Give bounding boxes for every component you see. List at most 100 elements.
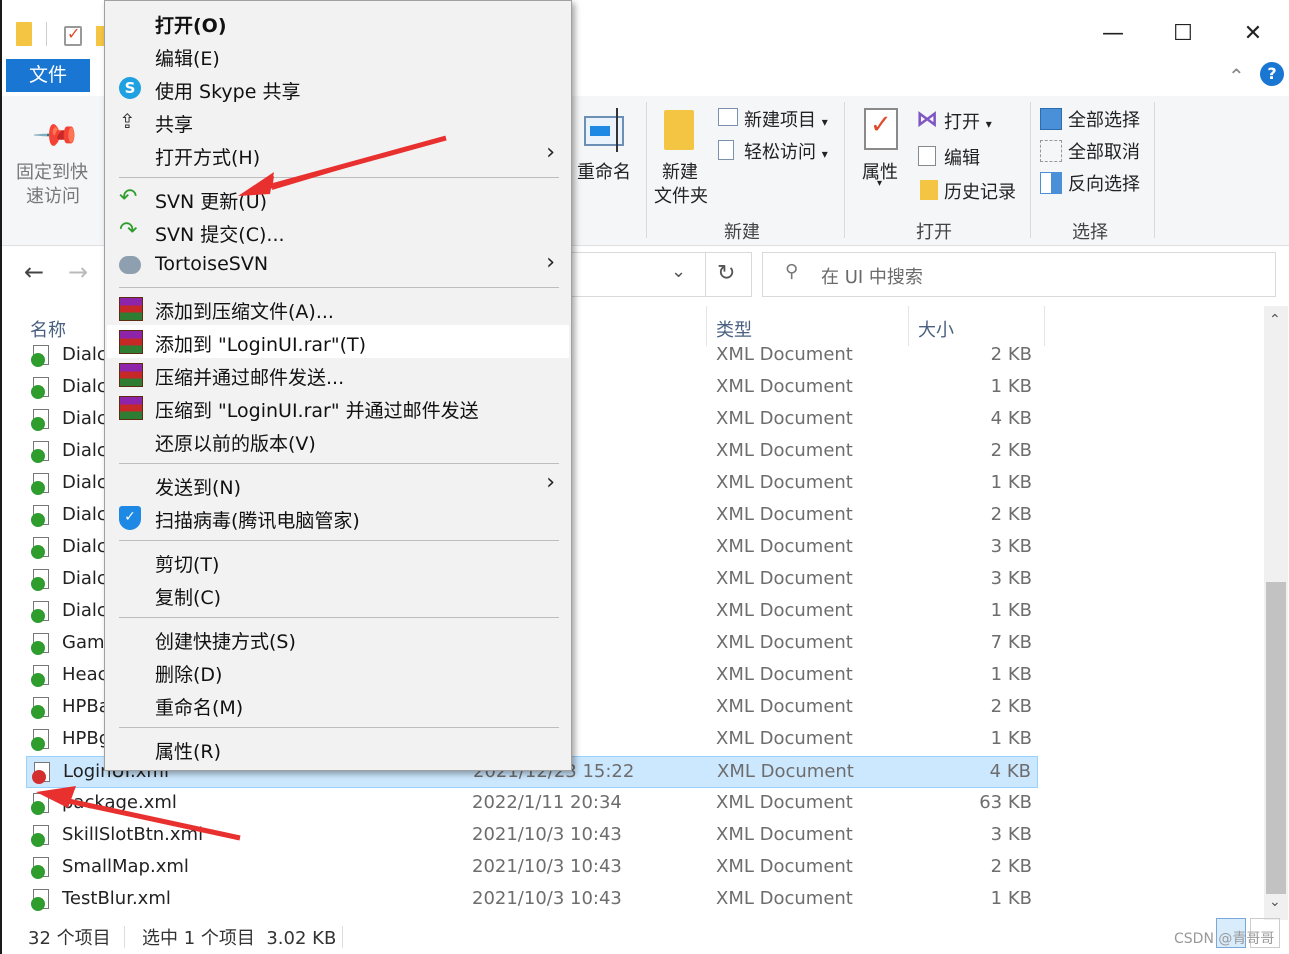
file-type: XML Document <box>716 568 853 589</box>
file-size: 2 KB <box>990 440 1032 461</box>
select-none-button[interactable]: 全部取消 <box>1068 138 1140 164</box>
scroll-up-icon[interactable]: ⌃ <box>1269 312 1281 328</box>
edit-button[interactable]: 编辑 <box>944 144 980 170</box>
pin-quick-access-label-2[interactable]: 速访问 <box>26 182 80 208</box>
help-icon[interactable]: ? <box>1260 62 1284 86</box>
refresh-icon[interactable]: ↻ <box>717 261 735 286</box>
file-size: 3 KB <box>990 824 1032 845</box>
menu-item[interactable]: 打开(O) <box>107 6 569 39</box>
menu-item[interactable]: 发送到(N) › <box>107 468 569 501</box>
menu-item[interactable]: 打开方式(H) › <box>107 138 569 171</box>
file-name: Dialc <box>62 536 107 557</box>
rename-icon <box>584 108 624 152</box>
tortoisesvn-icon <box>119 253 143 277</box>
scroll-down-icon[interactable]: ⌄ <box>1269 894 1281 910</box>
menu-item-label: 编辑(E) <box>155 48 220 70</box>
file-name: SkillSlotBtn.xml <box>62 824 204 845</box>
svn-normal-icon <box>31 409 53 431</box>
divider <box>1044 306 1045 346</box>
new-folder-label-1[interactable]: 新建 <box>662 158 698 184</box>
svn-commit-icon: ↷ <box>119 218 138 243</box>
menu-item[interactable]: ✓ 扫描病毒(腾讯电脑管家) <box>107 501 569 534</box>
select-all-button[interactable]: 全部选择 <box>1068 106 1140 132</box>
dropdown-arrow-icon[interactable]: ▾ <box>877 178 882 189</box>
menu-item-label: SVN 更新(U) <box>155 191 268 213</box>
file-type: XML Document <box>716 888 853 909</box>
file-name: SmallMap.xml <box>62 856 189 877</box>
back-icon[interactable]: ← <box>24 258 44 286</box>
invert-selection-button[interactable]: 反向选择 <box>1068 170 1140 196</box>
select-none-icon <box>1040 140 1062 162</box>
menu-item[interactable]: TortoiseSVN › <box>107 248 569 281</box>
file-type: XML Document <box>716 536 853 557</box>
status-bar: 32 个项目 选中 1 个项目 3.02 KB CSDN @青哥哥 <box>2 918 1289 954</box>
menu-item[interactable]: 剪切(T) <box>107 545 569 578</box>
divider <box>46 22 47 46</box>
svn-normal-icon <box>31 697 53 719</box>
folder-icon <box>16 22 32 46</box>
menu-item-label: 共享 <box>155 114 194 136</box>
search-input[interactable]: ⚲ 在 UI 中搜索 <box>762 252 1276 297</box>
menu-item[interactable]: ↷ SVN 提交(C)... <box>107 215 569 248</box>
menu-separator <box>119 463 559 464</box>
history-button[interactable]: 历史记录 <box>944 178 1016 204</box>
address-input[interactable]: ⌄ ↻ <box>562 252 752 297</box>
menu-item[interactable]: ↶ SVN 更新(U) <box>107 182 569 215</box>
forward-icon[interactable]: → <box>68 258 88 286</box>
menu-item[interactable]: 还原以前的版本(V) <box>107 424 569 457</box>
file-row[interactable]: SmallMap.xml 2021/10/3 10:43 XML Document 2… <box>26 852 1038 884</box>
file-type: XML Document <box>716 504 853 525</box>
pin-icon: 📌 <box>31 109 83 162</box>
menu-item[interactable]: 创建快捷方式(S) <box>107 622 569 655</box>
group-label-select: 选择 <box>1072 222 1108 243</box>
pin-quick-access-label-1[interactable]: 固定到快 <box>16 158 88 184</box>
menu-item-label: 添加到压缩文件(A)... <box>155 301 334 323</box>
scrollbar[interactable]: ⌃ ⌄ <box>1264 306 1288 920</box>
menu-item[interactable]: 压缩到 "LoginUI.rar" 并通过邮件发送 <box>107 391 569 424</box>
menu-item-label: 压缩并通过邮件发送... <box>155 367 345 389</box>
maximize-button[interactable]: ☐ <box>1160 14 1206 54</box>
new-folder-label-2[interactable]: 文件夹 <box>654 182 708 208</box>
menu-separator <box>119 617 559 618</box>
menu-item[interactable]: 复制(C) <box>107 578 569 611</box>
file-type: XML Document <box>717 761 854 782</box>
collapse-ribbon-icon[interactable]: ⌃ <box>1228 64 1245 88</box>
minimize-button[interactable]: — <box>1090 14 1136 54</box>
svn-normal-icon <box>31 825 53 847</box>
file-type: XML Document <box>716 440 853 461</box>
chevron-down-icon[interactable]: ⌄ <box>671 261 686 282</box>
menu-item[interactable]: 压缩并通过邮件发送... <box>107 358 569 391</box>
item-count: 32 个项目 <box>28 928 111 949</box>
menu-item[interactable]: 添加到压缩文件(A)... <box>107 292 569 325</box>
menu-item[interactable]: 编辑(E) <box>107 39 569 72</box>
svn-normal-icon <box>31 505 53 527</box>
menu-item[interactable]: 属性(R) <box>107 732 569 765</box>
scrollbar-thumb[interactable] <box>1266 582 1286 894</box>
file-row[interactable]: SkillSlotBtn.xml 2021/10/3 10:43 XML Docum… <box>26 820 1038 852</box>
rename-button[interactable]: 重命名 <box>577 158 631 184</box>
menu-item[interactable]: 重命名(M) <box>107 688 569 721</box>
file-type: XML Document <box>716 600 853 621</box>
menu-separator <box>119 727 559 728</box>
menu-item[interactable]: S 使用 Skype 共享 <box>107 72 569 105</box>
open-button[interactable]: 打开 ▾ <box>944 108 992 134</box>
new-item-button[interactable]: 新建项目 ▾ <box>744 106 828 132</box>
column-header-type[interactable]: 类型 <box>716 316 752 342</box>
menu-item[interactable]: ⇪ 共享 <box>107 105 569 138</box>
chevron-right-icon: › <box>546 250 555 275</box>
search-icon: ⚲ <box>785 261 799 282</box>
divider <box>705 253 706 296</box>
watermark: CSDN @青哥哥 <box>1174 931 1275 947</box>
close-button[interactable]: ✕ <box>1230 14 1276 54</box>
file-date: 2021/10/3 10:43 <box>472 888 622 909</box>
menu-item-label: 剪切(T) <box>155 554 220 576</box>
easy-access-button[interactable]: 轻松访问 ▾ <box>744 138 828 164</box>
file-row[interactable]: package.xml 2022/1/11 20:34 XML Document 63… <box>26 788 1038 820</box>
tab-file[interactable]: 文件 <box>6 59 90 92</box>
file-row[interactable]: TestBlur.xml 2021/10/3 10:43 XML Document 1… <box>26 884 1038 916</box>
column-header-name[interactable]: 名称 <box>30 316 66 342</box>
menu-item[interactable]: 删除(D) <box>107 655 569 688</box>
properties-quick-icon[interactable]: ✓ <box>64 24 82 46</box>
column-header-size[interactable]: 大小 <box>918 316 954 342</box>
menu-item[interactable]: 添加到 "LoginUI.rar"(T) <box>107 325 569 358</box>
